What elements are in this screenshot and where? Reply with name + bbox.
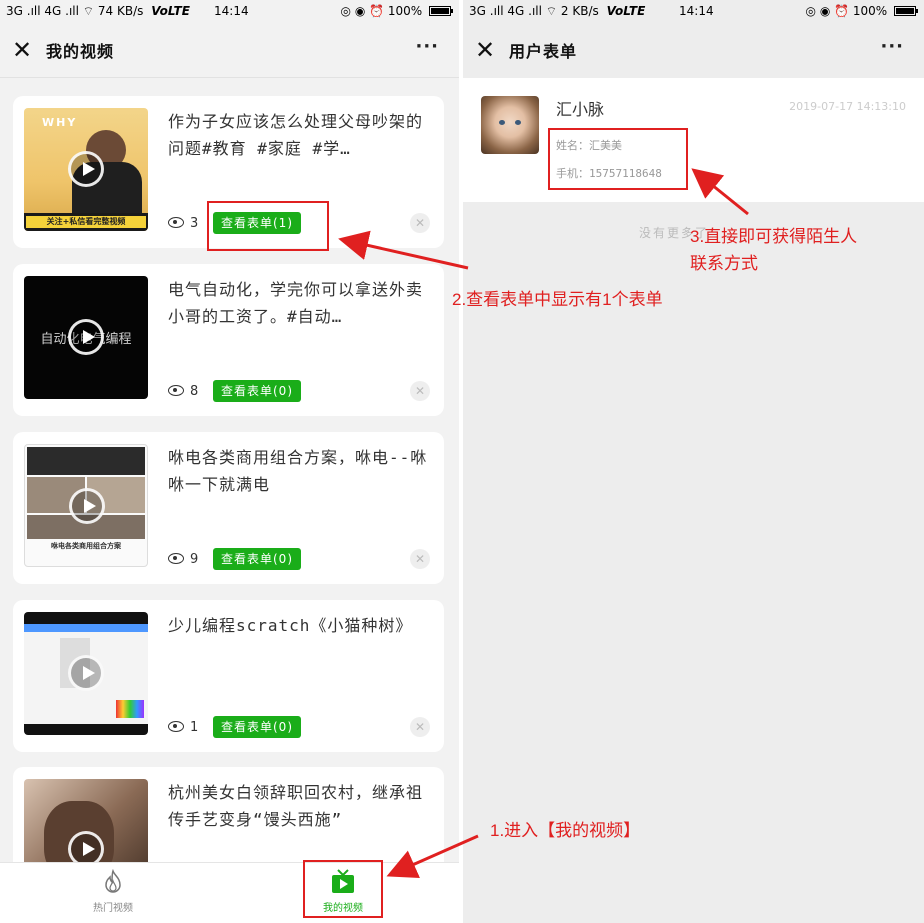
delete-icon[interactable]: ✕	[410, 381, 430, 401]
signal-indicator: 3G .ıll 4G .ıll	[6, 4, 79, 18]
view-form-button[interactable]: 查看表单(0)	[213, 716, 301, 738]
video-card[interactable]: 少儿编程scratch《小猫种树》 1 查看表单(0) ✕	[13, 600, 444, 752]
tab-label: 我的视频	[323, 903, 363, 914]
status-time: 14:14	[214, 4, 249, 18]
form-entry[interactable]: 汇小脉 2019-07-17 14:13:10 姓名：汇美美 手机：157571…	[463, 78, 924, 202]
wifi-icon: ⌔	[82, 4, 98, 18]
status-right: ◎ ◉ ⏰ 100%	[340, 4, 453, 18]
submitter-name: 汇小脉	[556, 100, 605, 119]
delete-icon[interactable]: ✕	[410, 717, 430, 737]
volte-label: VoLTE	[151, 4, 190, 18]
thumbnail-logo: WHY	[42, 116, 78, 129]
wifi-icon: ⌔	[545, 4, 561, 18]
user-form-screen: 3G .ıll 4G .ıll ⌔ 2 KB/s VoLTE 14:14 ◎ ◉…	[463, 0, 924, 923]
avatar-eye	[515, 120, 521, 125]
network-speed: 74 KB/s	[97, 4, 144, 18]
avatar-eye	[499, 120, 505, 125]
video-title: 作为子女应该怎么处理父母吵架的问题#教育 #家庭 #学…	[168, 112, 424, 158]
avatar	[481, 96, 539, 154]
delete-icon[interactable]: ✕	[410, 549, 430, 569]
view-count: 9	[168, 552, 198, 567]
eye-icon	[168, 385, 184, 396]
tab-my-videos[interactable]: 我的视频	[283, 869, 403, 914]
annotation-step1: 1.进入【我的视频】	[490, 821, 641, 840]
view-form-button[interactable]: 查看表单(1)	[213, 212, 301, 234]
eye-icon	[168, 217, 184, 228]
status-right: ◎ ◉ ⏰ 100%	[805, 4, 918, 18]
field-name: 姓名：汇美美	[556, 139, 622, 152]
signal-indicator: 3G .ıll 4G .ıll	[469, 4, 542, 18]
view-count-value: 1	[190, 720, 199, 735]
view-count-value: 9	[190, 552, 199, 567]
more-options-button[interactable]: ···	[415, 36, 439, 57]
video-title: 少儿编程scratch《小猫种树》	[168, 616, 413, 635]
status-bar: 3G .ıll 4G .ıll ⌔ 2 KB/s VoLTE 14:14 ◎ ◉…	[463, 0, 924, 24]
nav-bar: ✕ 我的视频 ···	[0, 24, 459, 78]
page-title: 我的视频	[46, 42, 115, 61]
video-play-icon	[332, 869, 354, 893]
close-icon[interactable]: ✕	[473, 36, 497, 64]
video-thumbnail[interactable]: WHY 关注+私信看完整视频	[24, 108, 148, 231]
video-title: 咻电各类商用组合方案，咻电--咻咻一下就满电	[168, 448, 428, 494]
page-title: 用户表单	[509, 42, 578, 61]
thumbnail-image-top	[27, 447, 145, 475]
video-thumbnail[interactable]: 咻电各类商用组合方案	[24, 444, 148, 567]
view-count: 3	[168, 216, 198, 231]
video-title: 电气自动化，学完你可以拿送外卖小哥的工资了。#自动…	[168, 280, 424, 326]
view-count-value: 8	[190, 384, 199, 399]
eye-icon	[168, 721, 184, 732]
play-icon[interactable]	[68, 655, 104, 691]
nav-bar: ✕ 用户表单 ···	[463, 24, 924, 78]
thumbnail-caption: 咻电各类商用组合方案	[51, 542, 121, 550]
battery-percent: 100%	[387, 4, 423, 18]
video-thumbnail[interactable]	[24, 612, 148, 735]
annotation-step3-line2: 联系方式	[690, 254, 758, 273]
view-form-button[interactable]: 查看表单(0)	[213, 548, 301, 570]
battery-icon	[429, 6, 453, 16]
play-icon[interactable]	[68, 319, 104, 355]
view-count: 1	[168, 720, 198, 735]
status-left: 3G .ıll 4G .ıll ⌔ 2 KB/s VoLTE	[469, 4, 645, 19]
network-speed: 2 KB/s	[560, 4, 599, 18]
more-options-button[interactable]: ···	[880, 36, 904, 57]
submit-date: 2019-07-17 14:13:10	[789, 100, 906, 113]
tab-bar: 热门视频 我的视频	[0, 862, 459, 923]
annotation-step2: 2.查看表单中显示有1个表单	[452, 290, 663, 309]
view-count: 8	[168, 384, 198, 399]
eye-icon	[168, 553, 184, 564]
view-form-button[interactable]: 查看表单(0)	[213, 380, 301, 402]
video-thumbnail[interactable]: 自动化电气编程	[24, 276, 148, 399]
video-card[interactable]: 咻电各类商用组合方案 咻电各类商用组合方案，咻电--咻咻一下就满电 9 查看表单…	[13, 432, 444, 584]
delete-icon[interactable]: ✕	[410, 213, 430, 233]
status-icons: ◎ ◉ ⏰	[340, 4, 388, 18]
play-icon[interactable]	[69, 488, 105, 524]
status-icons: ◎ ◉ ⏰	[805, 4, 853, 18]
battery-percent: 100%	[852, 4, 888, 18]
status-time: 14:14	[679, 4, 714, 18]
field-phone: 手机：15757118648	[556, 167, 662, 180]
view-count-value: 3	[190, 216, 199, 231]
thumbnail-caption: 关注+私信看完整视频	[26, 216, 146, 228]
thumbnail-caption-bar: 关注+私信看完整视频	[24, 213, 148, 231]
video-card[interactable]: 自动化电气编程 电气自动化，学完你可以拿送外卖小哥的工资了。#自动… 8 查看表…	[13, 264, 444, 416]
thumbnail-palette	[116, 700, 144, 718]
flame-icon	[105, 869, 121, 893]
play-icon[interactable]	[68, 151, 104, 187]
status-left: 3G .ıll 4G .ıll ⌔ 74 KB/s VoLTE	[6, 4, 190, 19]
close-icon[interactable]: ✕	[10, 36, 34, 64]
annotation-step3-line1: 3.直接即可获得陌生人	[690, 227, 858, 246]
video-title: 杭州美女白领辞职回农村，继承祖传手艺变身“馒头西施”	[168, 783, 424, 829]
my-videos-screen: 3G .ıll 4G .ıll ⌔ 74 KB/s VoLTE 14:14 ◎ …	[0, 0, 459, 923]
battery-icon	[894, 6, 918, 16]
status-bar: 3G .ıll 4G .ıll ⌔ 74 KB/s VoLTE 14:14 ◎ …	[0, 0, 459, 24]
volte-label: VoLTE	[606, 4, 646, 18]
tab-hot-videos[interactable]: 热门视频	[53, 869, 173, 914]
tab-label: 热门视频	[93, 903, 133, 914]
video-card[interactable]: WHY 关注+私信看完整视频 作为子女应该怎么处理父母吵架的问题#教育 #家庭 …	[13, 96, 444, 248]
thumbnail-toolbar	[24, 624, 148, 632]
